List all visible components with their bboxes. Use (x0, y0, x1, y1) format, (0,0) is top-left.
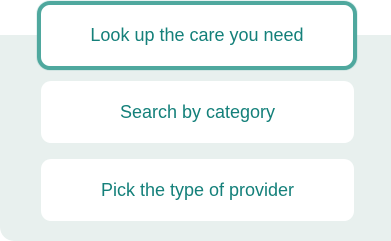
search-by-category-label: Search by category (119, 101, 276, 122)
search-by-category-option[interactable]: Search by category (41, 81, 354, 143)
pick-provider-type-option[interactable]: Pick the type of provider (41, 159, 354, 221)
look-up-care-label: Look up the care you need (90, 25, 304, 45)
pick-provider-type-label: Pick the type of provider (100, 179, 295, 200)
look-up-care-option[interactable]: Look up the care you need (37, 1, 357, 70)
search-options-list: Look up the care you need Search by cate… (0, 0, 391, 241)
